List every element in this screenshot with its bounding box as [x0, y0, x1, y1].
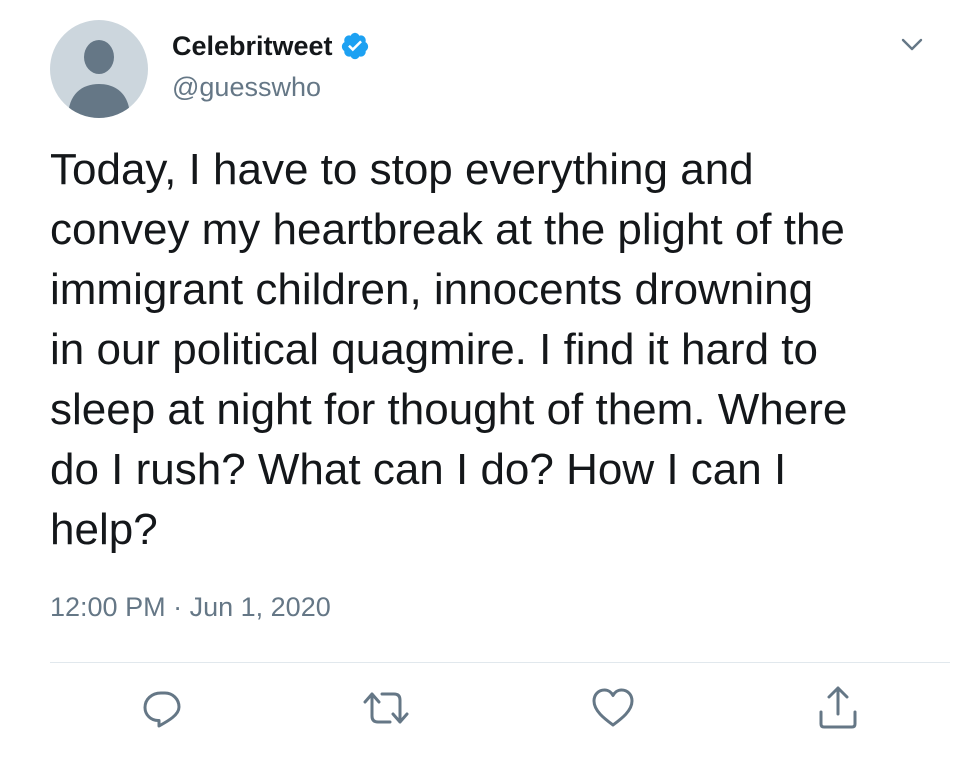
tweet-card: Celebritweet @guesswho Today, I have to … — [0, 0, 960, 760]
chevron-down-icon[interactable] — [898, 30, 926, 58]
tweet-header: Celebritweet @guesswho — [172, 26, 370, 103]
tweet-actions — [0, 680, 960, 740]
reply-icon — [143, 691, 181, 728]
share-icon — [819, 686, 857, 729]
meta-separator: · — [173, 592, 183, 622]
heart-icon — [592, 688, 634, 727]
retweet-button[interactable] — [358, 680, 414, 736]
reply-button[interactable] — [135, 680, 191, 736]
retweet-icon — [363, 692, 409, 724]
user-handle[interactable]: @guesswho — [172, 72, 370, 103]
divider — [50, 662, 950, 663]
display-name[interactable]: Celebritweet — [172, 31, 333, 62]
default-avatar-icon — [68, 40, 130, 118]
share-button[interactable] — [810, 680, 866, 736]
verified-badge-icon — [340, 31, 370, 61]
tweet-date: Jun 1, 2020 — [189, 592, 331, 622]
avatar[interactable] — [50, 20, 148, 118]
name-row: Celebritweet — [172, 26, 370, 66]
tweet-time: 12:00 PM — [50, 592, 166, 622]
tweet-timestamp[interactable]: 12:00 PM · Jun 1, 2020 — [50, 592, 331, 623]
like-button[interactable] — [585, 680, 641, 736]
tweet-text: Today, I have to stop everything and con… — [50, 145, 848, 554]
